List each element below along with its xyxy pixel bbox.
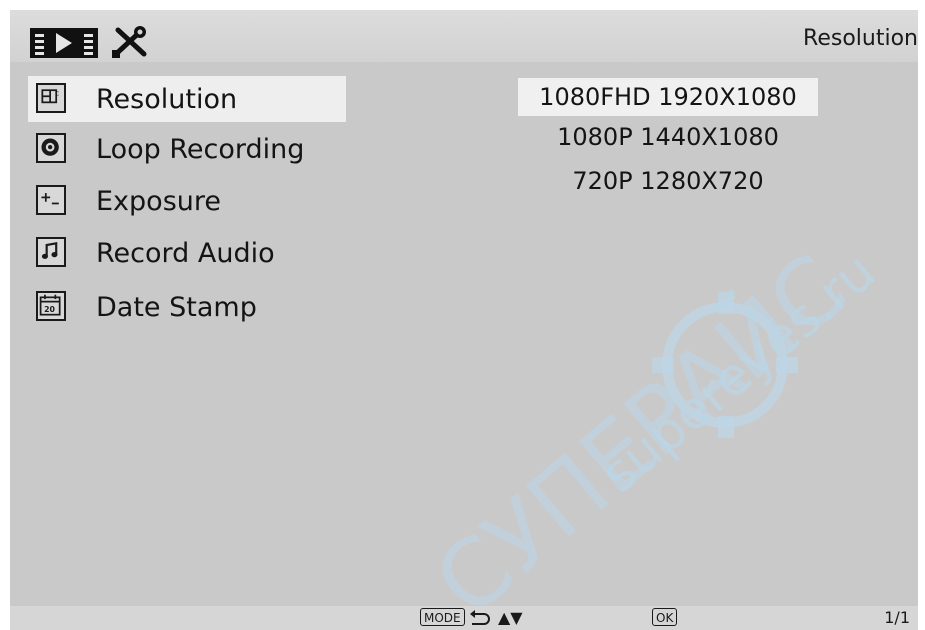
menu-item-label: Date Stamp [96,292,257,323]
option-1080p[interactable]: 1080P 1440X1080 [518,118,818,156]
menu-item-label: Resolution [96,84,238,115]
menu-item-label: Exposure [96,186,221,217]
watermark-cyrillic: СУПЕРАЙС [415,233,867,630]
page-indicator: 1/1 [884,608,910,627]
menu-item-record-audio[interactable]: Record Audio [28,230,346,276]
music-note-icon [36,237,66,267]
tools-icon[interactable] [110,24,150,60]
loop-recording-icon [36,133,66,163]
calendar-day-text: 20 [44,305,55,314]
ok-key[interactable]: OK [652,608,678,626]
exposure-icon [36,185,66,215]
watermark-latin: supereyes.ru [590,242,887,505]
up-down-arrows-icon[interactable]: ▲▼ [498,606,523,630]
calendar-icon: 20 [36,291,66,321]
footer-bar: MODE ▲▼ OK 1/1 [10,606,918,630]
menu-item-exposure[interactable]: Exposure [28,178,346,224]
back-arrow-icon[interactable] [468,610,490,626]
menu-item-label: Record Audio [96,238,275,269]
mode-key[interactable]: MODE [420,608,465,626]
svg-text:c: c [55,89,59,97]
header-bar: Resolution [10,10,918,62]
menu-item-resolution[interactable]: c Resolution [28,76,346,122]
camera-menu-screen: Resolution c Resolution Loop Recording E… [10,10,918,630]
film-play-icon[interactable] [30,28,98,58]
option-1080fhd[interactable]: 1080FHD 1920X1080 [518,78,818,116]
option-720p[interactable]: 720P 1280X720 [518,162,818,200]
page-title: Resolution [803,26,918,51]
menu-item-date-stamp[interactable]: 20 Date Stamp [28,284,346,330]
resolution-icon: c [36,83,66,113]
menu-item-loop-recording[interactable]: Loop Recording [28,126,346,172]
menu-item-label: Loop Recording [96,134,305,165]
